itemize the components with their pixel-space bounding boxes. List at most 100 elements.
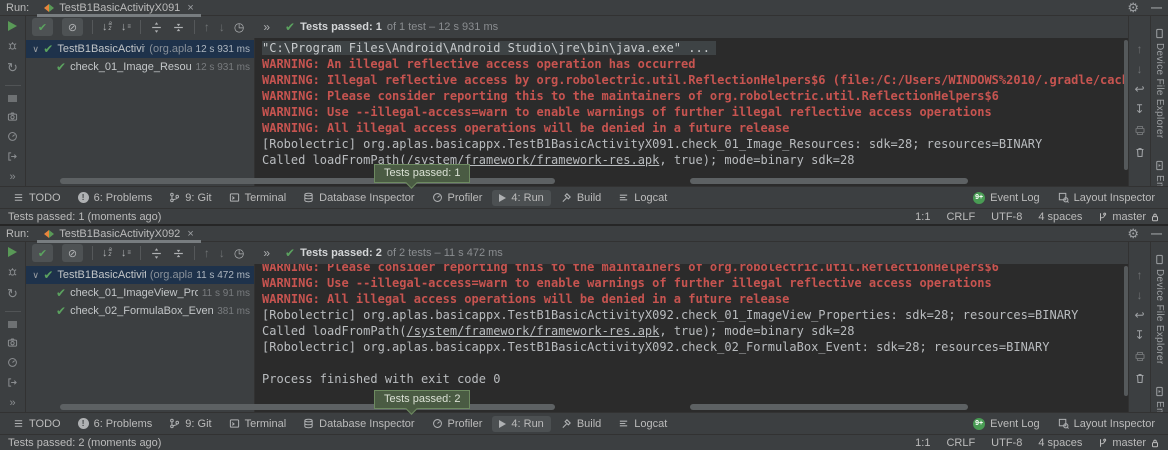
- toolwindow-run[interactable]: 4: Run: [492, 416, 550, 432]
- console-vertical-scrollbar[interactable]: [1124, 40, 1128, 170]
- test-tree-case-row[interactable]: ✔ check_01_Image_Resources 12 s 931 ms: [26, 58, 254, 76]
- toolwindow-build[interactable]: Build: [554, 416, 608, 432]
- more-options-chevron[interactable]: »: [9, 171, 15, 183]
- clear-console-trash-icon[interactable]: [1134, 372, 1146, 384]
- up-stacktrace-icon[interactable]: ↑: [1137, 44, 1143, 54]
- next-failed-test-icon[interactable]: ↓: [219, 20, 225, 34]
- scroll-to-end-icon[interactable]: ↧: [1134, 104, 1144, 114]
- console-horizontal-scrollbar[interactable]: [690, 404, 968, 410]
- close-tab-icon[interactable]: ×: [187, 228, 193, 240]
- toolwindow-layout-inspector[interactable]: Layout Inspector: [1051, 416, 1162, 432]
- tree-expand-twisty[interactable]: ∨: [32, 270, 39, 281]
- screenshot-camera-icon[interactable]: [6, 337, 19, 348]
- caret-position[interactable]: 1:1: [915, 437, 930, 449]
- toolwindow-profiler[interactable]: Profiler: [425, 416, 490, 432]
- line-separator[interactable]: CRLF: [946, 437, 975, 449]
- tree-horizontal-scrollbar[interactable]: [60, 178, 555, 184]
- soft-wrap-icon[interactable]: ↩: [1134, 84, 1144, 94]
- toolwindow-database-inspector[interactable]: Database Inspector: [296, 190, 421, 206]
- toolwindow-logcat[interactable]: Logcat: [611, 416, 674, 432]
- line-separator[interactable]: CRLF: [946, 211, 975, 223]
- rerun-button[interactable]: [8, 247, 17, 257]
- device-file-explorer-button[interactable]: Device File Explorer: [1154, 28, 1165, 138]
- toolbar-more-chevron[interactable]: »: [263, 246, 270, 260]
- collapse-all-icon[interactable]: [172, 21, 185, 34]
- print-icon[interactable]: [1134, 124, 1146, 136]
- debug-icon[interactable]: [6, 40, 19, 51]
- toolwindow-todo[interactable]: TODO: [6, 416, 68, 432]
- rerun-button[interactable]: [8, 21, 17, 31]
- rerun-failed-tests-icon[interactable]: ↻: [7, 60, 18, 76]
- stop-button[interactable]: [8, 95, 17, 103]
- run-tab[interactable]: TestB1BasicActivityX092 ×: [37, 226, 201, 242]
- toolwindow-run[interactable]: 4: Run: [492, 190, 550, 206]
- console-vertical-scrollbar[interactable]: [1124, 266, 1128, 396]
- caret-position[interactable]: 1:1: [915, 211, 930, 223]
- test-tree-root-row[interactable]: ∨ ✔ TestB1BasicActivityX091 (org.aplas.b…: [26, 40, 254, 58]
- print-icon[interactable]: [1134, 350, 1146, 362]
- sort-by-duration-icon[interactable]: ↓≡: [121, 21, 131, 33]
- show-passed-toggle[interactable]: ✔: [32, 18, 53, 36]
- profiler-gauge-icon[interactable]: [6, 357, 19, 368]
- file-encoding[interactable]: UTF-8: [991, 437, 1022, 449]
- stop-button[interactable]: [8, 321, 17, 329]
- soft-wrap-icon[interactable]: ↩: [1134, 310, 1144, 320]
- clear-console-trash-icon[interactable]: [1134, 146, 1146, 158]
- run-tab[interactable]: TestB1BasicActivityX091 ×: [37, 0, 201, 16]
- toolwindow-event-log[interactable]: 9+ Event Log: [966, 190, 1047, 206]
- toolwindow-logcat[interactable]: Logcat: [611, 190, 674, 206]
- framework-res-link[interactable]: /system/framework/framework-res.apk: [407, 324, 660, 338]
- close-tab-icon[interactable]: ×: [187, 2, 193, 14]
- toolwindow-terminal[interactable]: Terminal: [222, 416, 294, 432]
- down-stacktrace-icon[interactable]: ↓: [1137, 64, 1143, 74]
- git-branch-widget[interactable]: master: [1098, 437, 1160, 449]
- tree-horizontal-scrollbar[interactable]: [60, 404, 555, 410]
- test-history-clock-icon[interactable]: ◷: [234, 246, 244, 260]
- expand-all-icon[interactable]: [150, 21, 163, 34]
- next-failed-test-icon[interactable]: ↓: [219, 246, 225, 260]
- profiler-gauge-icon[interactable]: [6, 131, 19, 142]
- toolwindow-terminal[interactable]: Terminal: [222, 190, 294, 206]
- toolbar-more-chevron[interactable]: »: [263, 20, 270, 34]
- toolwindow-git[interactable]: 9: Git: [162, 416, 218, 432]
- tree-expand-twisty[interactable]: ∨: [32, 44, 39, 55]
- test-history-clock-icon[interactable]: ◷: [234, 20, 244, 34]
- test-tree-root-row[interactable]: ∨ ✔ TestB1BasicActivityX092 (org.aplas.b…: [26, 266, 254, 284]
- close-console-icon[interactable]: [6, 151, 19, 162]
- collapse-all-icon[interactable]: [172, 247, 185, 260]
- toolwindow-build[interactable]: Build: [554, 190, 608, 206]
- toolwindow-database-inspector[interactable]: Database Inspector: [296, 416, 421, 432]
- sort-alphabetically-icon[interactable]: ↓az: [102, 247, 112, 259]
- device-file-explorer-button[interactable]: Device File Explorer: [1154, 254, 1165, 364]
- close-console-icon[interactable]: [6, 377, 19, 388]
- settings-gear-icon[interactable]: ⚙: [1127, 0, 1139, 16]
- show-passed-toggle[interactable]: ✔: [32, 244, 53, 262]
- up-stacktrace-icon[interactable]: ↑: [1137, 270, 1143, 280]
- file-encoding[interactable]: UTF-8: [991, 211, 1022, 223]
- toolwindow-problems[interactable]: ! 6: Problems: [71, 416, 160, 432]
- expand-all-icon[interactable]: [150, 247, 163, 260]
- screenshot-camera-icon[interactable]: [6, 111, 19, 122]
- toolwindow-git[interactable]: 9: Git: [162, 190, 218, 206]
- toolwindow-todo[interactable]: TODO: [6, 190, 68, 206]
- previous-failed-test-icon[interactable]: ↑: [204, 20, 210, 34]
- toolwindow-event-log[interactable]: 9+ Event Log: [966, 416, 1047, 432]
- toolwindow-layout-inspector[interactable]: Layout Inspector: [1051, 190, 1162, 206]
- sort-alphabetically-icon[interactable]: ↓az: [102, 21, 112, 33]
- indent-setting[interactable]: 4 spaces: [1038, 437, 1082, 449]
- previous-failed-test-icon[interactable]: ↑: [204, 246, 210, 260]
- indent-setting[interactable]: 4 spaces: [1038, 211, 1082, 223]
- sort-by-duration-icon[interactable]: ↓≡: [121, 247, 131, 259]
- down-stacktrace-icon[interactable]: ↓: [1137, 290, 1143, 300]
- rerun-failed-tests-icon[interactable]: ↻: [7, 286, 18, 302]
- hide-window-icon[interactable]: —: [1151, 228, 1162, 240]
- test-tree-case-row[interactable]: ✔ check_01_ImageView_Properties 11 s 91 …: [26, 284, 254, 302]
- git-branch-widget[interactable]: master: [1098, 211, 1160, 223]
- toolwindow-profiler[interactable]: Profiler: [425, 190, 490, 206]
- show-ignored-toggle[interactable]: ⊘: [62, 244, 83, 262]
- scroll-to-end-icon[interactable]: ↧: [1134, 330, 1144, 340]
- debug-icon[interactable]: [6, 266, 19, 277]
- more-options-chevron[interactable]: »: [9, 397, 15, 409]
- test-tree-case-row[interactable]: ✔ check_02_FormulaBox_Event 381 ms: [26, 302, 254, 320]
- toolwindow-problems[interactable]: ! 6: Problems: [71, 190, 160, 206]
